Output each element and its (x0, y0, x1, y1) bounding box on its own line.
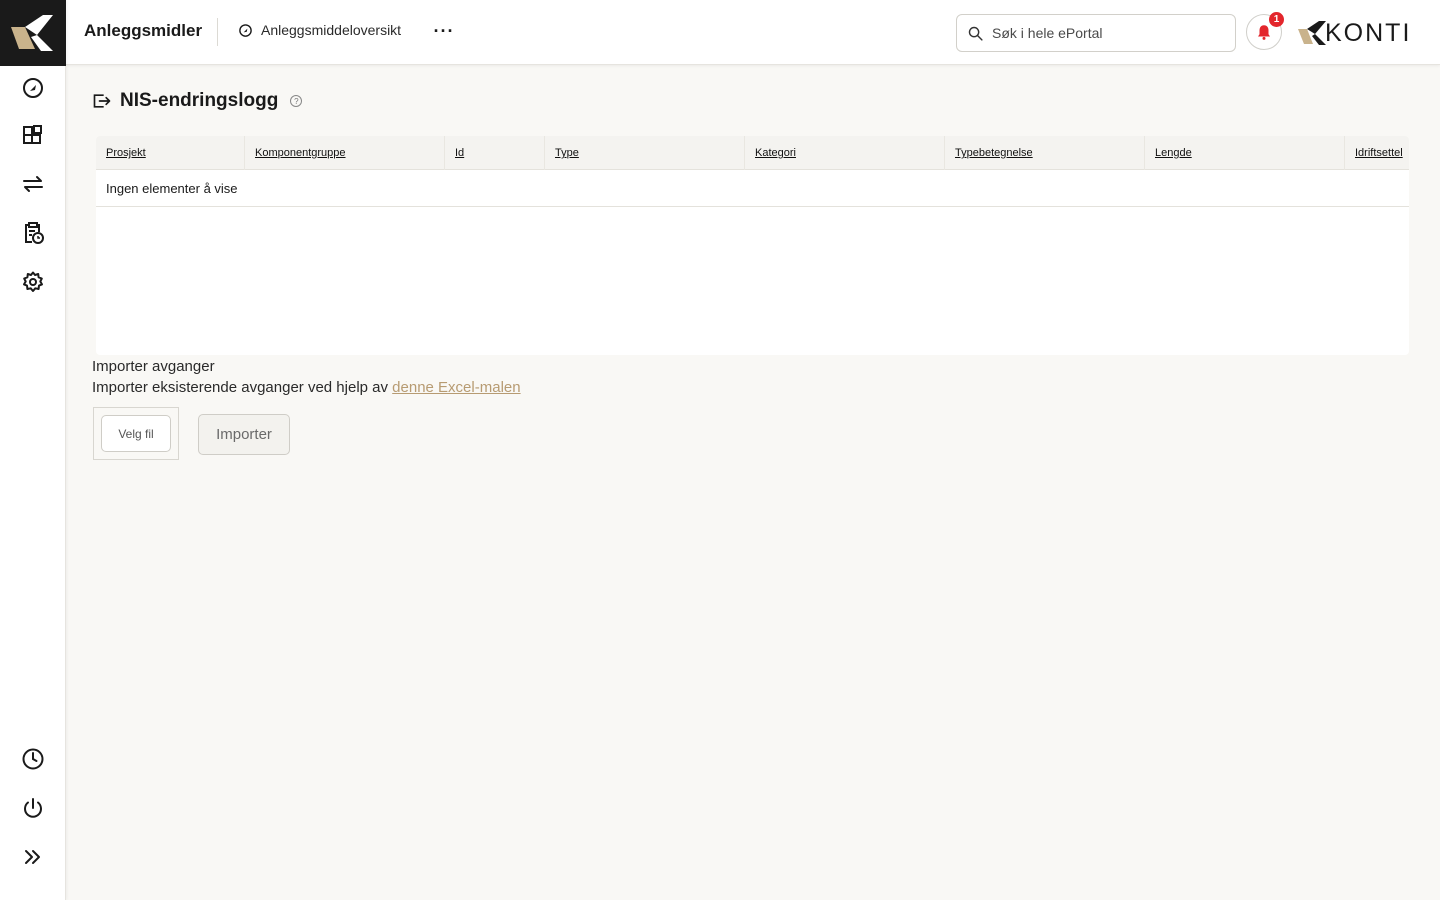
sidebar-item-reports[interactable] (0, 211, 66, 255)
history-icon (22, 748, 44, 770)
import-description-text: Importer eksisterende avganger ved hjelp… (92, 379, 393, 396)
choose-file-button[interactable]: Velg fil (101, 415, 171, 452)
brand-logo: KONTI (1297, 18, 1411, 48)
expand-icon (25, 850, 40, 864)
sidebar-item-logout[interactable] (0, 786, 66, 830)
sidebar (0, 0, 66, 900)
column-header-prosjekt[interactable]: Prosjekt (96, 136, 245, 170)
import-title: Importer avganger (92, 358, 215, 375)
more-options-button[interactable]: ··· (432, 18, 456, 44)
page-title: NIS-endringslogg (120, 90, 279, 111)
column-header-typebetegnelse[interactable]: Typebetegnelse (945, 136, 1145, 170)
components-icon (23, 125, 42, 144)
sidebar-item-dashboard[interactable] (0, 66, 66, 110)
brand-mark-icon (1298, 21, 1326, 45)
sidebar-item-history[interactable] (0, 737, 66, 781)
global-search[interactable] (956, 14, 1236, 52)
column-header-id[interactable]: Id (445, 136, 545, 170)
brand-name: KONTI (1325, 18, 1412, 47)
search-input[interactable] (992, 25, 1212, 41)
log-exit-icon (93, 94, 111, 108)
search-icon (968, 26, 983, 41)
notification-badge: 1 (1269, 12, 1284, 27)
app-title: Anleggsmidler (84, 21, 203, 40)
dashboard-icon (23, 78, 43, 98)
column-header-kategori[interactable]: Kategori (745, 136, 945, 170)
bell-icon (1258, 25, 1270, 40)
header-divider (217, 18, 218, 46)
sidebar-item-components[interactable] (0, 114, 66, 158)
breadcrumb-label: Anleggsmiddeloversikt (261, 22, 402, 38)
column-header-lengde[interactable]: Lengde (1145, 136, 1345, 170)
logo-mark-icon (11, 15, 53, 51)
settings-icon (23, 271, 43, 292)
table-header: Prosjekt Komponentgruppe Id Type Kategor… (96, 136, 1409, 170)
sidebar-expand-button[interactable] (0, 835, 66, 879)
top-header: Anleggsmidler Anleggsmiddeloversikt ··· … (66, 0, 1440, 65)
page-heading: NIS-endringslogg ? (92, 90, 303, 112)
column-header-type[interactable]: Type (545, 136, 745, 170)
app-logo[interactable] (0, 0, 66, 66)
sidebar-item-transfers[interactable] (0, 162, 66, 206)
column-header-komponentgruppe[interactable]: Komponentgruppe (245, 136, 445, 170)
sidebar-item-settings[interactable] (0, 260, 66, 304)
clipboard-clock-icon (25, 222, 44, 244)
dashboard-icon (239, 23, 252, 37)
import-button[interactable]: Importer (198, 414, 290, 455)
power-icon (24, 798, 42, 818)
empty-state-row: Ingen elementer å vise (96, 171, 1409, 207)
column-header-idriftsettelse[interactable]: Idriftsettel (1345, 136, 1409, 170)
changelog-table: Prosjekt Komponentgruppe Id Type Kategor… (96, 136, 1409, 355)
breadcrumb-overview[interactable]: Anleggsmiddeloversikt (238, 22, 401, 38)
excel-template-link[interactable]: denne Excel-malen (392, 379, 520, 396)
import-description: Importer eksisterende avganger ved hjelp… (92, 379, 521, 396)
transfer-icon (23, 176, 43, 192)
help-icon[interactable]: ? (290, 95, 303, 107)
